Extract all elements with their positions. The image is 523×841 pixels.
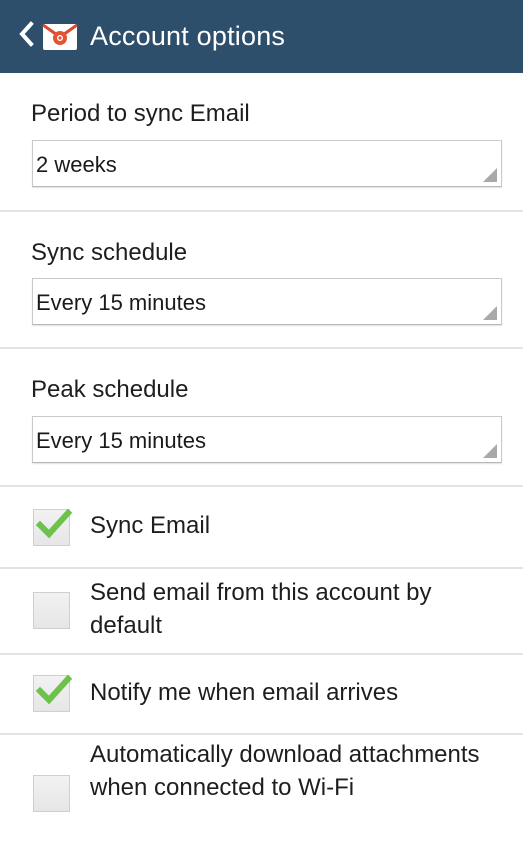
auto-download-label: Automatically download attachments when … bbox=[90, 741, 480, 801]
period-to-sync-dropdown[interactable]: 2 weeks bbox=[32, 140, 502, 187]
notify-label: Notify me when email arrives bbox=[90, 679, 399, 706]
chevron-left-icon bbox=[19, 21, 35, 52]
notify-checkbox[interactable] bbox=[33, 674, 73, 712]
send-default-label: Send email from this account by default bbox=[90, 579, 432, 639]
sync-email-checkbox[interactable] bbox=[33, 508, 73, 546]
page-title: Account options bbox=[90, 21, 286, 51]
sync-schedule-label: Sync schedule bbox=[31, 239, 188, 266]
peak-schedule-value: Every 15 minutes bbox=[36, 428, 206, 453]
send-default-checkbox[interactable] bbox=[33, 592, 70, 629]
dropdown-corner-icon bbox=[483, 444, 497, 458]
dropdown-corner-icon bbox=[483, 306, 497, 320]
sync-email-row[interactable]: Sync Email bbox=[0, 487, 523, 567]
action-bar: Account options bbox=[0, 0, 523, 73]
email-app-icon bbox=[40, 19, 80, 55]
sync-schedule-value: Every 15 minutes bbox=[36, 290, 206, 315]
peak-schedule-dropdown[interactable]: Every 15 minutes bbox=[32, 416, 502, 463]
notify-row[interactable]: Notify me when email arrives bbox=[0, 655, 523, 733]
period-to-sync-value: 2 weeks bbox=[36, 152, 117, 177]
peak-schedule-label: Peak schedule bbox=[31, 376, 189, 403]
sync-email-label: Sync Email bbox=[90, 512, 211, 539]
checkmark-icon bbox=[35, 508, 73, 539]
period-to-sync-label: Period to sync Email bbox=[31, 100, 250, 127]
auto-download-row[interactable]: Automatically download attachments when … bbox=[0, 735, 523, 841]
sync-schedule-dropdown[interactable]: Every 15 minutes bbox=[32, 278, 502, 325]
checkmark-icon bbox=[35, 674, 73, 705]
divider bbox=[0, 347, 523, 349]
auto-download-checkbox[interactable] bbox=[33, 775, 70, 812]
send-default-row[interactable]: Send email from this account by default bbox=[0, 569, 523, 653]
dropdown-corner-icon bbox=[483, 168, 497, 182]
divider bbox=[0, 210, 523, 212]
